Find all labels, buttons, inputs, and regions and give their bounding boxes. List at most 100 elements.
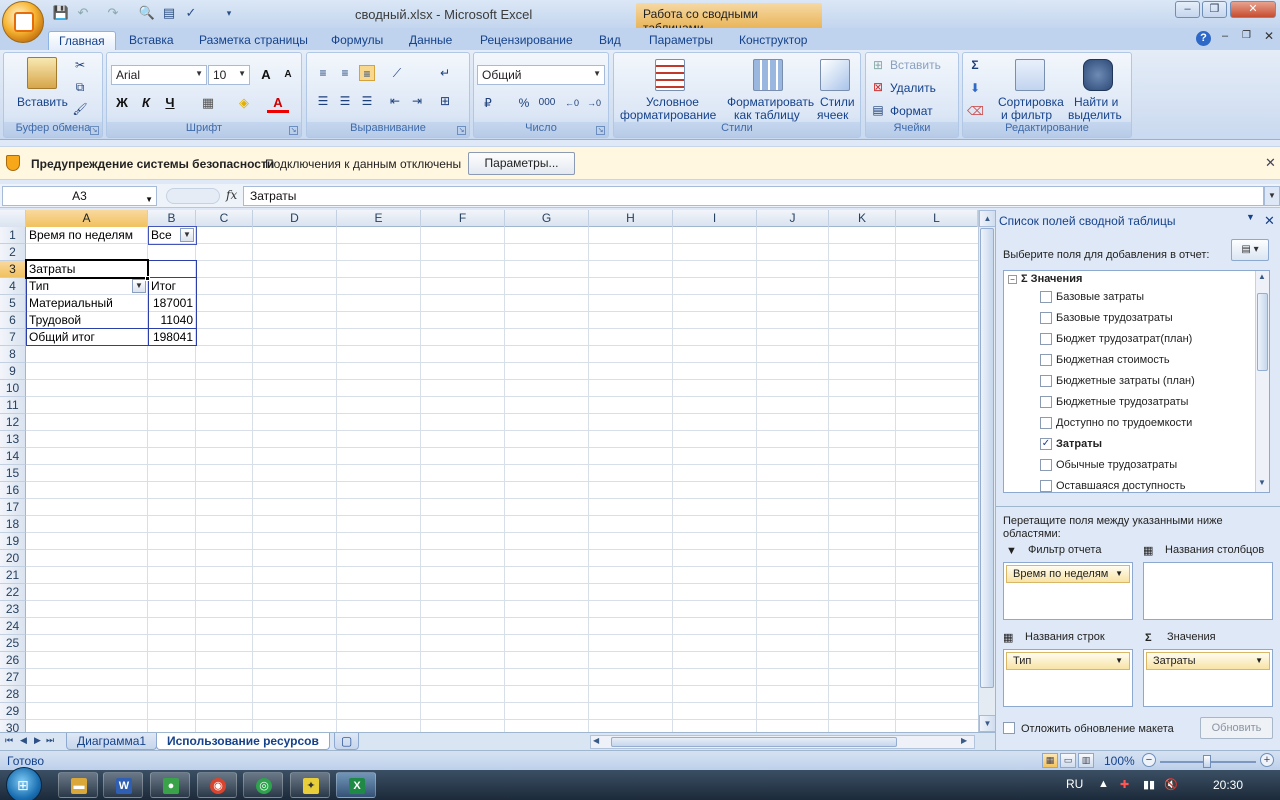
checkbox-icon[interactable] [1040, 396, 1052, 408]
align-top-icon[interactable]: ≡ [315, 65, 331, 81]
align-center-icon[interactable]: ☰ [337, 93, 353, 109]
column-header[interactable]: K [829, 210, 896, 227]
print-icon[interactable]: ▤ [160, 5, 178, 21]
conditional-formatting-line1[interactable]: Условное [646, 95, 699, 109]
column-header[interactable]: I [673, 210, 757, 227]
row-header[interactable]: 3 [0, 261, 26, 278]
start-button[interactable]: ⊞ [6, 767, 42, 800]
next-sheet-icon[interactable]: ▶ [34, 735, 41, 746]
cell-styles-line1[interactable]: Стили [820, 95, 855, 109]
page-break-view-icon[interactable]: ▥ [1078, 753, 1094, 768]
help-icon[interactable]: ? [1196, 31, 1211, 46]
font-color-button[interactable]: A [267, 93, 289, 113]
pane-options-icon[interactable]: ▼ [1246, 212, 1255, 222]
font-dialog-launcher-icon[interactable]: ↘ [289, 126, 298, 135]
row-header[interactable]: 27 [0, 669, 26, 686]
fill-handle[interactable] [145, 276, 150, 281]
font-name-combo[interactable]: Arial ▼ [111, 65, 207, 85]
name-box[interactable]: A3 ▼ [2, 186, 157, 206]
tray-app-icon[interactable]: ✚ [1120, 778, 1129, 791]
checkbox-icon[interactable] [1040, 291, 1052, 303]
tab-design[interactable]: Конструктор [739, 31, 807, 50]
checkbox-icon[interactable] [1040, 459, 1052, 471]
underline-button[interactable]: Ч [159, 93, 181, 113]
borders-icon[interactable]: ▦ [197, 93, 219, 113]
number-format-combo[interactable]: Общий ▼ [477, 65, 605, 85]
normal-view-icon[interactable]: ▦ [1042, 753, 1058, 768]
currency-format-icon[interactable]: ₽ [480, 95, 496, 111]
tab-data[interactable]: Данные [409, 31, 452, 50]
restore-button[interactable]: ❐ [1202, 1, 1227, 18]
decrease-decimal-icon[interactable]: →0 [586, 95, 602, 111]
scroll-up-icon[interactable]: ▲ [979, 210, 996, 227]
scroll-down-icon[interactable]: ▼ [979, 715, 996, 732]
sheet-tab-resource-usage[interactable]: Использование ресурсов [156, 733, 330, 750]
spellcheck-icon[interactable]: ✓ [182, 5, 200, 21]
checkbox-icon[interactable] [1040, 417, 1052, 429]
row-header[interactable]: 10 [0, 380, 26, 397]
undo-icon[interactable]: ↶ [74, 5, 92, 21]
tray-expand-icon[interactable]: ▲ [1098, 778, 1109, 790]
update-button[interactable]: Обновить [1200, 717, 1273, 739]
row-field-chip[interactable]: Тип ▼ [1006, 652, 1130, 670]
row-header[interactable]: 23 [0, 601, 26, 618]
zoom-level[interactable]: 100% [1104, 754, 1135, 768]
insert-sheet-icon[interactable]: ▢ [334, 733, 360, 750]
taskbar-bulb[interactable]: ✦ [290, 772, 330, 798]
tab-options[interactable]: Параметры [649, 31, 713, 50]
column-header[interactable]: B [148, 210, 196, 227]
field-list-scrollbar[interactable]: ▲ ▼ [1255, 271, 1269, 492]
row-header[interactable]: 13 [0, 431, 26, 448]
zoom-out-icon[interactable]: − [1142, 753, 1156, 767]
tab-review[interactable]: Рецензирование [480, 31, 573, 50]
bold-button[interactable]: Ж [111, 93, 133, 113]
shrink-font-button[interactable]: A [277, 65, 299, 85]
taskbar-word[interactable]: W [103, 772, 143, 798]
row-header[interactable]: 25 [0, 635, 26, 652]
office-button[interactable] [2, 1, 44, 43]
save-icon[interactable]: 💾 [52, 5, 70, 21]
align-bottom-icon[interactable]: ≡ [359, 65, 375, 81]
font-size-combo[interactable]: 10 ▼ [208, 65, 250, 85]
checkbox-icon[interactable] [1040, 354, 1052, 366]
increase-indent-icon[interactable]: ⇥ [409, 93, 425, 109]
network-icon[interactable]: ▮▮ [1143, 778, 1155, 791]
clear-icon[interactable]: ⌫ [967, 103, 984, 119]
copy-icon[interactable]: ⧉ [72, 79, 88, 95]
doc-close-icon[interactable]: ✕ [1264, 29, 1274, 43]
alignment-dialog-launcher-icon[interactable]: ↘ [457, 126, 466, 135]
scroll-right-icon[interactable]: ▶ [961, 736, 967, 745]
format-painter-icon[interactable]: 🖌 [72, 101, 88, 117]
row-header[interactable]: 20 [0, 550, 26, 567]
increase-decimal-icon[interactable]: ←0 [564, 95, 580, 111]
sort-filter-line2[interactable]: и фильтр [1001, 108, 1052, 122]
row-labels-area[interactable]: Тип ▼ [1003, 649, 1133, 707]
sheet-tab-chart1[interactable]: Диаграмма1 [66, 733, 158, 750]
report-filter-area[interactable]: Время по неделям ▼ [1003, 562, 1133, 620]
row-header[interactable]: 7 [0, 329, 26, 346]
values-area[interactable]: Затраты ▼ [1143, 649, 1273, 707]
security-options-button[interactable]: Параметры... [468, 152, 575, 175]
paste-button[interactable]: Вставить [17, 95, 68, 109]
taskbar-chrome[interactable]: ◉ [197, 772, 237, 798]
merge-cells-icon[interactable]: ⊞ [437, 93, 453, 109]
column-header[interactable]: C [196, 210, 253, 227]
scroll-left-icon[interactable]: ◀ [593, 736, 599, 745]
row-header[interactable]: 11 [0, 397, 26, 414]
zoom-slider-thumb[interactable] [1203, 755, 1211, 768]
clock[interactable]: 20:30 [1213, 778, 1243, 792]
vertical-scroll-thumb[interactable] [980, 228, 994, 688]
formula-input[interactable]: Затраты [243, 186, 1264, 206]
formula-bar-splitter[interactable] [166, 188, 220, 204]
column-labels-area[interactable] [1143, 562, 1273, 620]
vertical-scrollbar[interactable]: ▲ ▼ [978, 210, 996, 732]
field-list-layout-button[interactable]: ▤ ▾ [1231, 239, 1269, 261]
prev-sheet-icon[interactable]: ◀ [20, 735, 27, 746]
select-all-corner[interactable] [0, 210, 26, 227]
format-as-table-line2[interactable]: как таблицу [734, 108, 800, 122]
doc-minimize-icon[interactable]: – [1222, 30, 1228, 42]
row-header[interactable]: 4 [0, 278, 26, 295]
autosum-button[interactable]: Σ [967, 57, 983, 73]
row-header[interactable]: 19 [0, 533, 26, 550]
taskbar-excel[interactable]: X [336, 772, 376, 798]
